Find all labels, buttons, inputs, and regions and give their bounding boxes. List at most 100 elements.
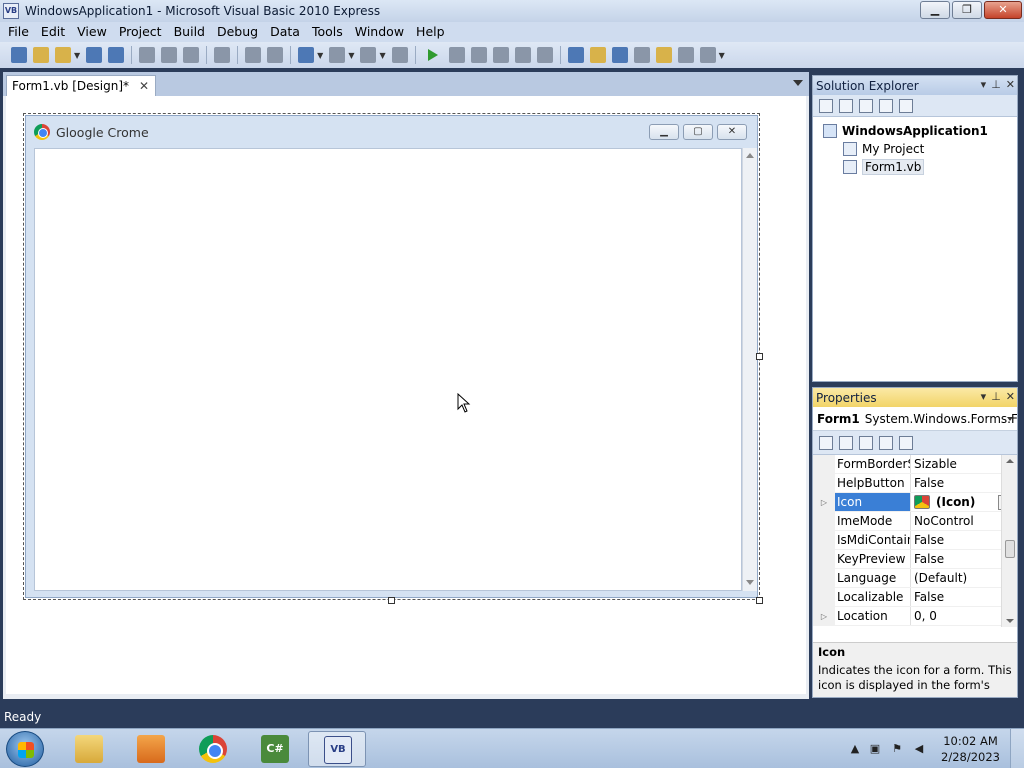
- clock[interactable]: 10:02 AM 2/28/2023: [941, 733, 1000, 765]
- start-button[interactable]: [6, 731, 44, 767]
- add-item-icon[interactable]: [55, 47, 71, 63]
- save-all-icon[interactable]: [108, 47, 125, 63]
- network-icon[interactable]: ▣: [868, 742, 882, 756]
- properties-icon[interactable]: [819, 98, 833, 113]
- redo-icon[interactable]: [329, 47, 346, 63]
- menu-data[interactable]: Data: [264, 22, 306, 42]
- properties-view-icon[interactable]: [859, 435, 873, 450]
- toolbar-options-icon[interactable]: ▼: [719, 51, 725, 60]
- scroll-thumb[interactable]: [1005, 540, 1015, 558]
- save-icon[interactable]: [86, 47, 103, 63]
- show-hidden-icons-icon[interactable]: ▲: [848, 742, 862, 756]
- break-all-icon[interactable]: [448, 47, 465, 63]
- property-value[interactable]: False: [911, 531, 1001, 549]
- object-selector-dropdown[interactable]: Form1 System.Windows.Forms.Fo: [813, 407, 1017, 431]
- open-file-icon[interactable]: [33, 47, 49, 63]
- resize-handle-bottom[interactable]: [388, 597, 395, 604]
- property-row[interactable]: Language (Default): [813, 569, 1017, 588]
- navigate-icon[interactable]: [360, 47, 377, 63]
- expand-icon[interactable]: ▷: [813, 493, 835, 511]
- uncomment-icon[interactable]: [267, 47, 284, 63]
- minimize-button[interactable]: ▁: [920, 1, 950, 19]
- menu-view[interactable]: View: [71, 22, 113, 42]
- tab-form1-design[interactable]: Form1.vb [Design]* ✕: [6, 75, 157, 96]
- taskbar-explorer[interactable]: [60, 731, 118, 767]
- view-designer-icon[interactable]: [899, 98, 913, 113]
- step-out-icon[interactable]: [536, 47, 553, 63]
- taskbar-visual-csharp[interactable]: C#: [246, 731, 304, 767]
- designed-form-client-area[interactable]: [34, 148, 742, 591]
- close-tab-icon[interactable]: ✕: [139, 79, 149, 93]
- show-all-files-icon[interactable]: [839, 98, 853, 113]
- menu-window[interactable]: Window: [349, 22, 410, 42]
- step-over-icon[interactable]: [514, 47, 531, 63]
- property-value[interactable]: 0, 0: [911, 607, 1001, 625]
- database-explorer-icon[interactable]: [655, 47, 672, 63]
- form-designer-surface[interactable]: Gloogle Crome ▁ ▢ ✕: [6, 96, 806, 694]
- navigate-forward-icon[interactable]: [391, 47, 408, 63]
- pin-icon[interactable]: ⊥: [991, 78, 1001, 91]
- scroll-up-icon[interactable]: [1006, 459, 1014, 463]
- start-debugging-icon[interactable]: [427, 49, 438, 61]
- paste-icon[interactable]: [183, 47, 200, 63]
- volume-icon[interactable]: ◀: [912, 742, 926, 756]
- start-page-icon[interactable]: [699, 47, 716, 63]
- copy-icon[interactable]: [161, 47, 178, 63]
- menu-help[interactable]: Help: [410, 22, 451, 42]
- refresh-icon[interactable]: [859, 98, 873, 113]
- property-value[interactable]: Sizable: [911, 455, 1001, 473]
- menu-file[interactable]: File: [2, 22, 35, 42]
- property-row[interactable]: KeyPreview False: [813, 550, 1017, 569]
- menu-build[interactable]: Build: [168, 22, 211, 42]
- menu-edit[interactable]: Edit: [35, 22, 71, 42]
- tree-item-form1[interactable]: Form1.vb: [813, 158, 1017, 176]
- taskbar-media-player[interactable]: [122, 731, 180, 767]
- navigate-dropdown-icon[interactable]: ▼: [379, 51, 385, 60]
- menu-debug[interactable]: Debug: [211, 22, 264, 42]
- cut-icon[interactable]: [139, 47, 156, 63]
- redo-dropdown-icon[interactable]: ▼: [348, 51, 354, 60]
- designed-form[interactable]: Gloogle Crome ▁ ▢ ✕: [25, 115, 758, 598]
- action-center-icon[interactable]: ⚑: [890, 742, 904, 756]
- pin-icon[interactable]: ⊥: [991, 390, 1001, 403]
- property-row[interactable]: Localizable False: [813, 588, 1017, 607]
- error-list-icon[interactable]: [677, 47, 694, 63]
- taskbar-chrome[interactable]: [184, 731, 242, 767]
- show-desktop-button[interactable]: [1010, 729, 1024, 768]
- panel-menu-icon[interactable]: ▾: [981, 78, 987, 91]
- property-pages-icon[interactable]: [899, 435, 913, 450]
- resize-handle-right[interactable]: [756, 353, 763, 360]
- property-value[interactable]: (Default): [911, 569, 1001, 587]
- view-code-icon[interactable]: [879, 98, 893, 113]
- find-icon[interactable]: [214, 47, 231, 63]
- step-into-icon[interactable]: [492, 47, 509, 63]
- property-grid-scrollbar[interactable]: [1001, 455, 1017, 627]
- scroll-down-icon[interactable]: [1006, 619, 1014, 623]
- property-row[interactable]: ▷ Location 0, 0: [813, 607, 1017, 626]
- property-value[interactable]: False: [911, 588, 1001, 606]
- property-row-selected[interactable]: ▷ Icon (Icon) ...: [813, 493, 1017, 512]
- alphabetical-icon[interactable]: [839, 435, 853, 450]
- toolbox-icon[interactable]: [633, 47, 650, 63]
- comment-icon[interactable]: [245, 47, 262, 63]
- stop-debugging-icon[interactable]: [470, 47, 487, 63]
- expand-icon[interactable]: ▷: [813, 607, 835, 625]
- property-value[interactable]: False: [911, 550, 1001, 568]
- property-value[interactable]: False: [911, 474, 1001, 492]
- maximize-button[interactable]: ❐: [952, 1, 982, 19]
- solution-explorer-icon[interactable]: [567, 47, 584, 63]
- panel-menu-icon[interactable]: ▾: [981, 390, 987, 403]
- property-row[interactable]: ImeMode NoControl: [813, 512, 1017, 531]
- property-row[interactable]: HelpButton False: [813, 474, 1017, 493]
- resize-handle-corner[interactable]: [756, 597, 763, 604]
- menu-tools[interactable]: Tools: [306, 22, 349, 42]
- categorized-icon[interactable]: [819, 435, 833, 450]
- tree-item-solution-root[interactable]: WindowsApplication1: [813, 122, 1017, 140]
- property-value[interactable]: NoControl: [911, 512, 1001, 530]
- property-row[interactable]: FormBorderSt Sizable: [813, 455, 1017, 474]
- menu-project[interactable]: Project: [113, 22, 168, 42]
- new-project-icon[interactable]: [11, 47, 27, 63]
- properties-window-icon[interactable]: [589, 47, 606, 63]
- panel-close-icon[interactable]: ✕: [1006, 78, 1015, 91]
- panel-close-icon[interactable]: ✕: [1006, 390, 1015, 403]
